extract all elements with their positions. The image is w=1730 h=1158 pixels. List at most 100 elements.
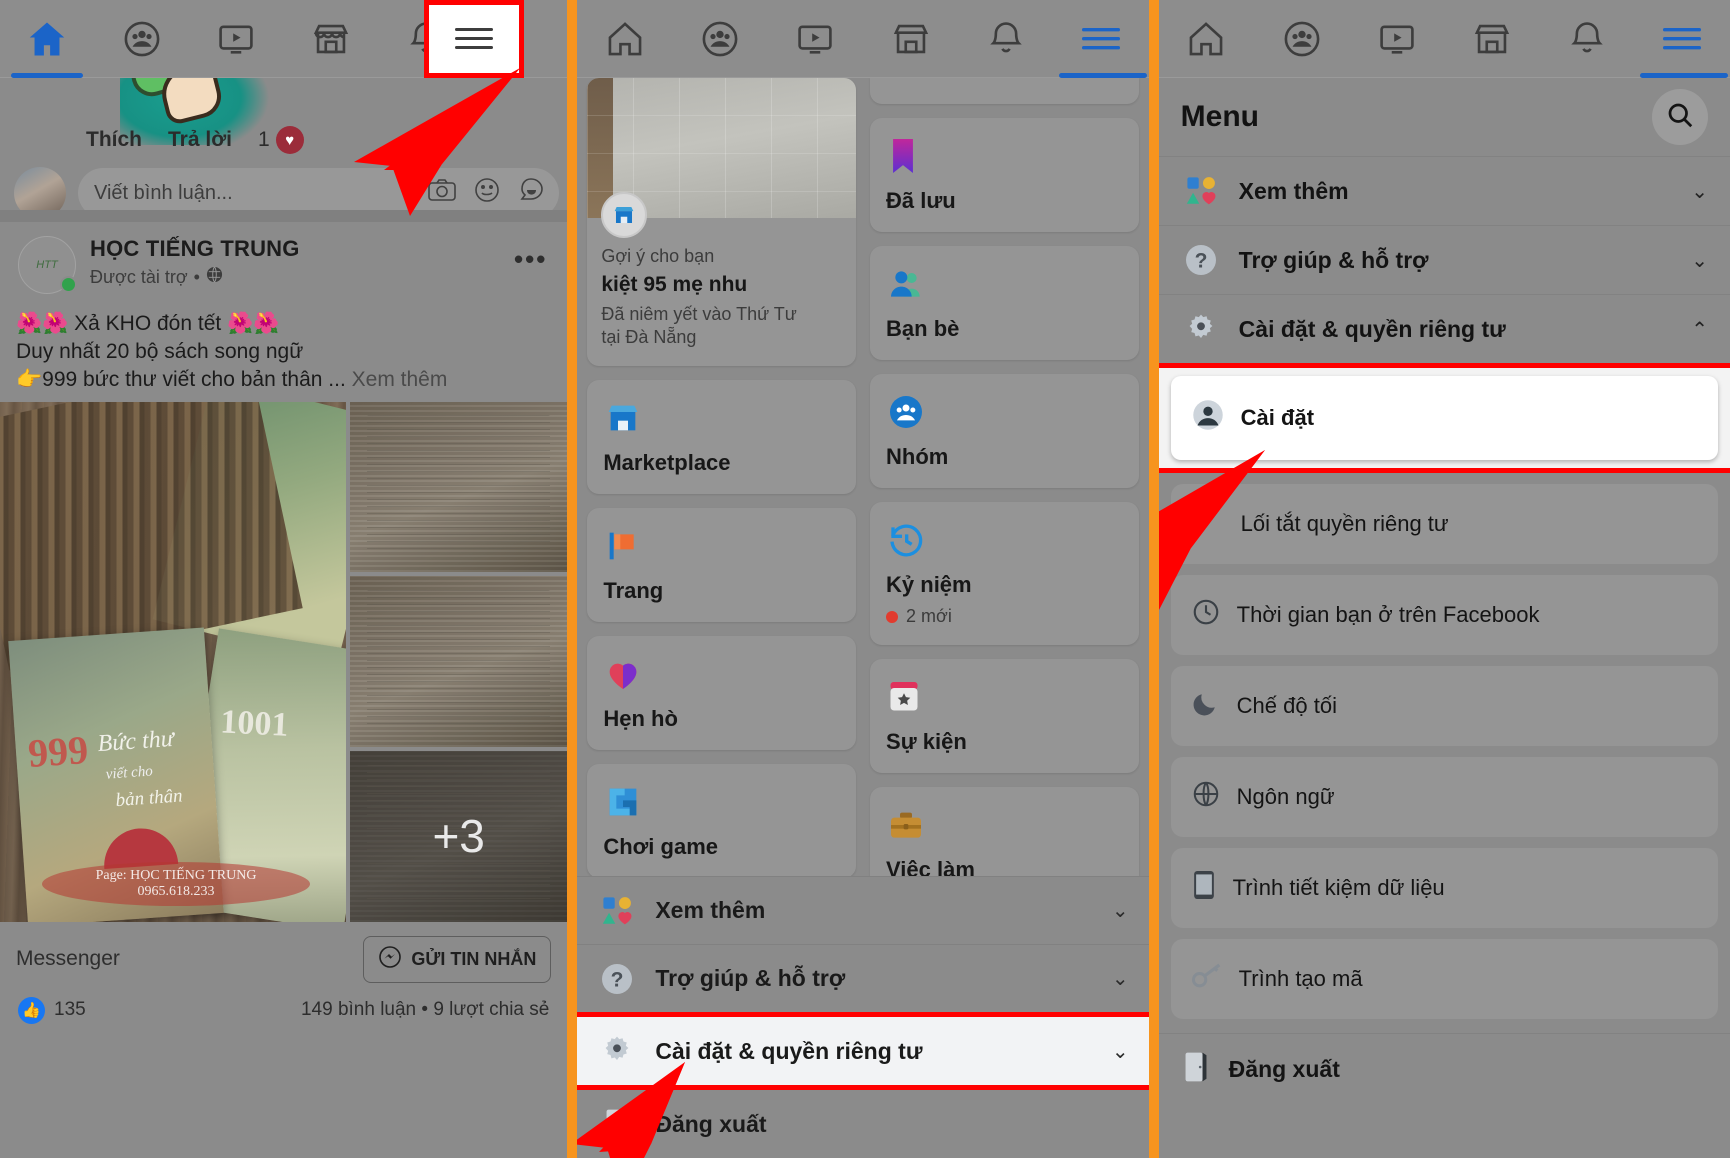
jobs-briefcase-icon xyxy=(886,803,1123,847)
nav-friends[interactable] xyxy=(95,0,190,78)
menu-row-settings-privacy-highlighted[interactable]: Cài đặt & quyền riêng tư ⌄ xyxy=(577,1012,1149,1090)
menu-row-see-more[interactable]: Xem thêm ⌄ xyxy=(577,876,1149,944)
menu-row-logout[interactable]: Đăng xuất xyxy=(577,1090,1149,1158)
nav-watch[interactable] xyxy=(189,0,284,78)
heart-icon: ♥ xyxy=(275,126,304,154)
settings-row-label: Cài đặt & quyền riêng tư xyxy=(1238,315,1506,342)
post-photo-thumb-1[interactable] xyxy=(350,401,568,573)
svg-text:?: ? xyxy=(611,968,624,991)
watermark-line-2: 0965.618.233 xyxy=(137,883,215,899)
nav-menu[interactable] xyxy=(1053,0,1148,78)
page-avatar[interactable]: HTT xyxy=(18,236,77,294)
online-indicator xyxy=(60,276,77,293)
comment-actions: Thích Trả lời 1 ♥ xyxy=(86,126,304,154)
settings-row-help-support[interactable]: ? Trợ giúp & hỗ trợ ⌄ xyxy=(1158,225,1730,294)
nav-home[interactable] xyxy=(577,0,672,78)
nav-marketplace[interactable] xyxy=(1444,0,1539,78)
ellipsis-icon[interactable]: ••• xyxy=(514,244,547,275)
nav-friends[interactable] xyxy=(673,0,768,78)
phone-icon xyxy=(1191,869,1217,907)
bookmark-icon xyxy=(886,134,1123,178)
marketplace-suggestion-card[interactable]: Gợi ý cho bạn kiệt 95 mẹ nhu Đã niêm yết… xyxy=(587,78,857,366)
suggestion-meta-2: tại Đà Nẵng xyxy=(601,327,697,348)
like-icon: 👍 xyxy=(18,996,45,1024)
search-button[interactable] xyxy=(1652,89,1708,145)
menu-tile-friends[interactable]: Bạn bè xyxy=(870,246,1139,360)
comment-like-button[interactable]: Thích xyxy=(86,128,142,152)
post-photo-collage: 1001 999 Bức thư viết cho bản thân Page:… xyxy=(0,401,568,922)
nav-friends[interactable] xyxy=(1254,0,1349,78)
see-more-link[interactable]: Xem thêm xyxy=(352,368,448,391)
settings-subitem-dark-mode[interactable]: Chế độ tối xyxy=(1170,666,1718,746)
help-question-icon: ? xyxy=(597,961,637,997)
sponsored-label: Được tài trợ xyxy=(90,266,188,287)
post-photo-thumb-2[interactable] xyxy=(350,576,568,748)
nav-notifications[interactable] xyxy=(958,0,1053,78)
reaction-count[interactable]: 135 xyxy=(54,999,86,1021)
groups-icon xyxy=(886,390,1123,434)
settings-row-see-more[interactable]: Xem thêm ⌄ xyxy=(1158,156,1730,225)
feed-body: Thích Trả lời 1 ♥ Viết bình luận... HTT … xyxy=(0,78,568,1158)
settings-subitem-label: Chế độ tối xyxy=(1236,693,1337,718)
nav-watch[interactable] xyxy=(768,0,863,78)
menu-tile-dating[interactable]: Hẹn hò xyxy=(587,635,857,750)
nav-home[interactable] xyxy=(0,0,95,78)
photo-overflow-count: +3 xyxy=(432,810,485,863)
nav-notifications[interactable] xyxy=(1540,0,1635,78)
post-text-line-3: 👉999 bức thư viết cho bản thân ... xyxy=(16,367,346,391)
settings-row-settings-privacy[interactable]: Cài đặt & quyền riêng tư ⌃ xyxy=(1158,294,1730,363)
nav-watch[interactable] xyxy=(1349,0,1444,78)
suggestion-meta-1: Đã niêm yết vào Thứ Tư xyxy=(601,304,797,324)
book2-number: 1001 xyxy=(219,703,290,744)
see-more-shapes-icon xyxy=(597,894,637,928)
menu-tile-pages[interactable]: Trang xyxy=(587,507,857,622)
menu-tile-events[interactable]: Sự kiện xyxy=(870,659,1139,773)
nav-marketplace[interactable] xyxy=(284,0,379,78)
chevron-down-icon: ⌄ xyxy=(1111,1040,1129,1063)
menu-tile-marketplace[interactable]: Marketplace xyxy=(587,379,857,494)
logout-label: Đăng xuất xyxy=(1228,1056,1340,1082)
comment-input[interactable]: Viết bình luận... xyxy=(78,168,560,210)
settings-row-label: Xem thêm xyxy=(1238,177,1349,204)
emoji-icon[interactable] xyxy=(473,176,501,210)
comment-reply-button[interactable]: Trả lời xyxy=(168,128,232,152)
page-watermark: Page: HỌC TIẾNG TRUNG 0965.618.233 xyxy=(42,861,310,906)
hamburger-menu-button-highlighted[interactable] xyxy=(424,0,524,78)
panel-settings: Menu Xem thêm ⌄ ? Trợ giúp & hỗ trợ ⌄ Cà… xyxy=(1158,0,1730,1158)
events-calendar-icon xyxy=(886,675,1123,719)
comments-shares-count[interactable]: 149 bình luận • 9 lượt chia sẻ xyxy=(301,999,549,1021)
settings-subitem-label: Trình tiết kiệm dữ liệu xyxy=(1232,875,1445,900)
memories-clock-icon xyxy=(886,518,1123,562)
menu-tile-groups[interactable]: Nhóm xyxy=(870,374,1139,488)
post-text-line-2: Duy nhất 20 bộ sách song ngữ xyxy=(16,339,304,363)
comment-input-placeholder: Viết bình luận... xyxy=(94,181,233,204)
menu-row-help-support[interactable]: ? Trợ giúp & hỗ trợ ⌄ xyxy=(577,944,1149,1012)
send-message-label: GỬI TIN NHẮN xyxy=(411,948,537,969)
gear-icon xyxy=(1181,311,1221,347)
settings-subitem-language[interactable]: Ngôn ngữ xyxy=(1170,757,1718,837)
sticker-icon[interactable] xyxy=(517,176,545,210)
settings-subitem-data-saver[interactable]: Trình tiết kiệm dữ liệu xyxy=(1170,848,1718,928)
nav-marketplace[interactable] xyxy=(863,0,958,78)
menu-tile-gaming[interactable]: Chơi game xyxy=(587,763,857,878)
settings-subitem-cai-dat[interactable]: Cài đặt xyxy=(1170,376,1718,460)
page-title[interactable]: HỌC TIẾNG TRUNG xyxy=(90,236,300,262)
menu-tile-memories[interactable]: Kỷ niệm 2 mới xyxy=(870,502,1139,645)
post-stats-bar: 👍 135 149 bình luận • 9 lượt chia sẻ xyxy=(0,989,567,1038)
menu-tile-label: Kỷ niệm xyxy=(886,572,972,597)
menu-tile-saved[interactable]: Đã lưu xyxy=(870,118,1139,232)
settings-subitem-time-on-facebook[interactable]: Thời gian bạn ở trên Facebook xyxy=(1170,575,1718,655)
settings-subitem-privacy-shortcut[interactable]: Lối tắt quyền riêng tư xyxy=(1170,484,1718,564)
post-photo-thumb-3-overflow[interactable]: +3 xyxy=(350,751,568,922)
camera-icon[interactable] xyxy=(427,177,457,209)
settings-subitem-label: Thời gian bạn ở trên Facebook xyxy=(1236,602,1540,627)
menu-tile-partial-above[interactable] xyxy=(870,78,1139,104)
post-photo-main[interactable]: 1001 999 Bức thư viết cho bản thân Page:… xyxy=(0,401,346,922)
nav-home[interactable] xyxy=(1159,0,1254,78)
memories-new-count: 2 mới xyxy=(906,606,952,626)
settings-row-logout[interactable]: Đăng xuất xyxy=(1158,1033,1730,1105)
nav-menu[interactable] xyxy=(1635,0,1730,78)
settings-subitem-code-generator[interactable]: Trình tạo mã xyxy=(1170,939,1718,1019)
account-circle-icon xyxy=(1191,398,1225,438)
send-message-button[interactable]: GỬI TIN NHẮN xyxy=(363,935,552,983)
